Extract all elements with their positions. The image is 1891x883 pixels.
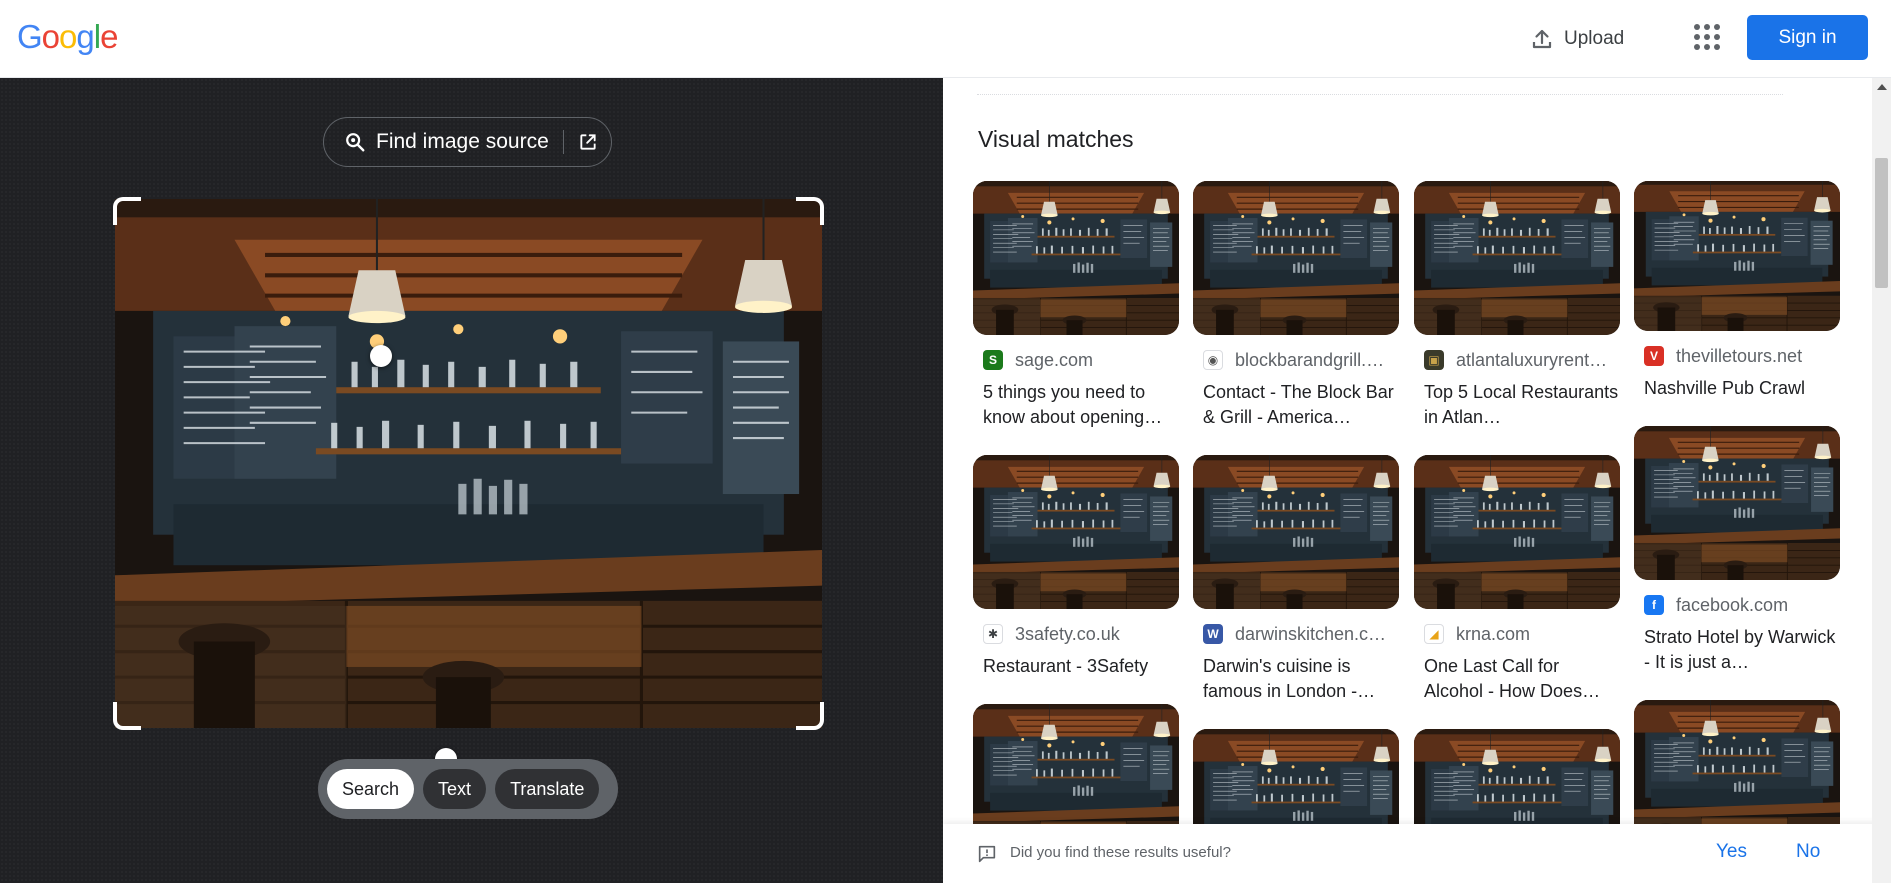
visual-match-thumbnail[interactable] [1193, 455, 1399, 609]
result-title[interactable]: Top 5 Local Restaurants in Atlan… [1414, 380, 1620, 430]
visual-match-card[interactable]: Wdarwinskitchen.c… Darwin's cuisine is fa… [1193, 455, 1399, 704]
visual-match-card[interactable]: Ssage.com 5 things you need to know about… [973, 181, 1179, 430]
site-favicon-icon: ✱ [983, 624, 1003, 644]
visual-match-card[interactable]: ✱ 3safety.co.uk Restaurant - 3Safety [973, 455, 1179, 679]
scrollbar[interactable] [1872, 78, 1891, 883]
visual-matches-heading: Visual matches [978, 126, 1134, 152]
source-name: thevilletours.net [1676, 345, 1803, 366]
scroll-up-arrow-icon[interactable] [1877, 84, 1887, 90]
sign-in-button[interactable]: Sign in [1747, 15, 1868, 60]
crop-handle-bottom-left[interactable] [113, 702, 141, 730]
mode-chip-search[interactable]: Search [327, 769, 415, 809]
result-title[interactable]: Contact - The Block Bar & Grill - Americ… [1193, 380, 1399, 430]
logo-letter: o [59, 18, 77, 55]
apps-grid-icon[interactable] [1694, 24, 1720, 50]
source-row[interactable]: Wdarwinskitchen.c… [1193, 623, 1399, 645]
visual-match-card[interactable]: ◉ blockbarandgrill.… Contact - The Block B… [1193, 181, 1399, 430]
source-row[interactable]: f facebook.com [1634, 594, 1840, 616]
logo-letter: o [41, 18, 60, 55]
visual-match-thumbnail[interactable] [1193, 181, 1399, 335]
result-title[interactable]: Darwin's cuisine is famous in London -… [1193, 654, 1399, 704]
site-favicon-icon: f [1644, 595, 1664, 615]
crop-handle-bottom-right[interactable] [796, 702, 824, 730]
source-row[interactable]: Ssage.com [973, 349, 1179, 371]
lens-mode-switcher: Search Text Translate [318, 759, 618, 819]
source-name: sage.com [1015, 349, 1094, 370]
source-row[interactable]: Vthevilletours.net [1634, 345, 1840, 367]
lens-search-icon [346, 133, 365, 152]
feedback-yes-button[interactable]: Yes [1716, 841, 1747, 863]
find-image-source-button[interactable]: Find image source [323, 117, 612, 167]
crop-handle-top-left[interactable] [113, 197, 141, 225]
source-row[interactable]: ▣ atlantaluxuryrent… [1414, 349, 1620, 371]
result-title[interactable]: Restaurant - 3Safety [973, 654, 1179, 679]
site-favicon-icon: V [1644, 346, 1664, 366]
source-name: krna.com [1456, 623, 1531, 644]
site-favicon-icon: W [1203, 624, 1223, 644]
upload-button[interactable]: Upload [1530, 22, 1624, 56]
site-favicon-icon: ◉ [1203, 350, 1223, 370]
source-row[interactable]: ✱ 3safety.co.uk [973, 623, 1179, 645]
upload-label: Upload [1564, 28, 1625, 49]
google-logo[interactable]: Google [17, 18, 118, 56]
logo-letter: G [17, 18, 43, 55]
source-name: atlantaluxuryrent… [1456, 349, 1608, 370]
visual-match-thumbnail[interactable] [1414, 455, 1620, 609]
visual-match-thumbnail[interactable] [1634, 181, 1840, 331]
feedback-icon [978, 845, 996, 863]
source-name: darwinskitchen.c… [1235, 623, 1387, 644]
mode-chip-translate[interactable]: Translate [495, 769, 600, 809]
lens-image-pane: Find image source Search Text Translate [0, 78, 943, 883]
open-in-new-icon[interactable] [578, 132, 598, 152]
source-name: facebook.com [1676, 594, 1789, 615]
visual-match-card[interactable]: ▣ atlantaluxuryrent… Top 5 Local Restauran… [1414, 181, 1620, 430]
visual-match-thumbnail[interactable] [1414, 181, 1620, 335]
top-bar: Google Upload Sign in [0, 0, 1891, 78]
feedback-no-button[interactable]: No [1796, 841, 1820, 863]
divider [977, 94, 1783, 95]
results-pane: Visual matches Ssage.com 5 things you nee… [943, 78, 1891, 883]
result-title[interactable]: 5 things you need to know about opening… [973, 380, 1179, 430]
find-image-source-label: Find image source [376, 130, 549, 153]
result-title[interactable]: Strato Hotel by Warwick - It is just a… [1634, 625, 1840, 675]
visual-match-card[interactable]: Vthevilletours.net Nashville Pub Crawl [1634, 181, 1840, 401]
selected-image[interactable] [113, 197, 824, 770]
result-title[interactable]: One Last Call for Alcohol - How Does… [1414, 654, 1620, 704]
logo-letter: e [100, 18, 118, 55]
upload-icon [1532, 29, 1552, 49]
crop-handle-top-right[interactable] [796, 197, 824, 225]
source-row[interactable]: ◉ blockbarandgrill.… [1193, 349, 1399, 371]
site-favicon-icon: S [983, 350, 1003, 370]
site-favicon-icon: ◢ [1424, 624, 1444, 644]
visual-match-thumbnail[interactable] [973, 455, 1179, 609]
scroll-thumb[interactable] [1875, 158, 1888, 288]
divider [562, 130, 564, 154]
source-row[interactable]: ◢ krna.com [1414, 623, 1620, 645]
visual-match-card[interactable]: ◢ krna.com One Last Call for Alcohol - How… [1414, 455, 1620, 704]
source-name: 3safety.co.uk [1015, 623, 1120, 644]
object-dot-lamp[interactable] [370, 345, 392, 367]
source-name: blockbarandgrill.… [1235, 349, 1385, 370]
result-title[interactable]: Nashville Pub Crawl [1634, 376, 1840, 401]
bar-photo [115, 199, 822, 728]
feedback-bar: Did you find these results useful? Yes N… [943, 824, 1883, 883]
feedback-question: Did you find these results useful? [1010, 844, 1231, 861]
visual-match-thumbnail[interactable] [1634, 426, 1840, 580]
visual-match-card[interactable]: f facebook.com Strato Hotel by Warwick - I… [1634, 426, 1840, 675]
mode-chip-text[interactable]: Text [423, 769, 487, 809]
logo-letter: g [76, 18, 94, 55]
visual-match-thumbnail[interactable] [973, 181, 1179, 335]
site-favicon-icon: ▣ [1424, 350, 1444, 370]
